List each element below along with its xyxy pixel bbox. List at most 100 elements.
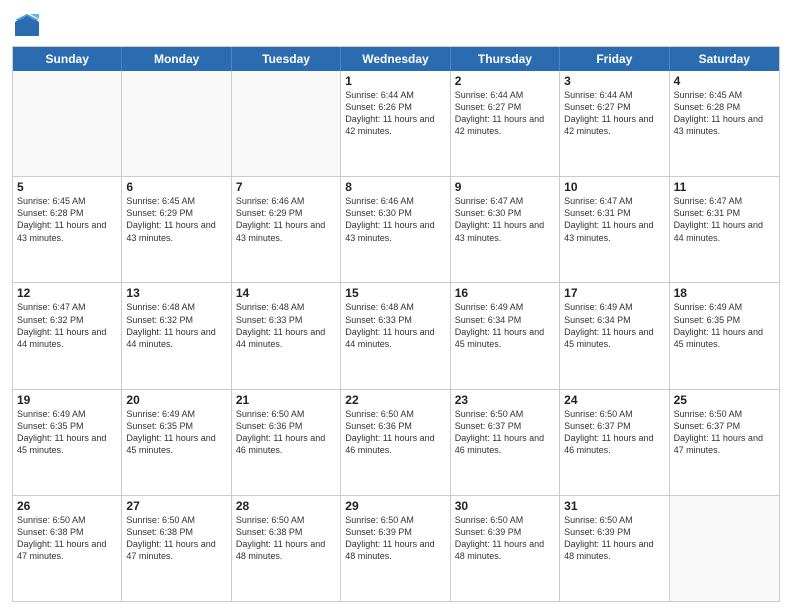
cell-info: Sunrise: 6:44 AM Sunset: 6:26 PM Dayligh… [345,89,445,138]
weekday-header: Saturday [670,47,779,71]
day-number: 3 [564,74,664,88]
calendar-cell: 3Sunrise: 6:44 AM Sunset: 6:27 PM Daylig… [560,71,669,176]
calendar-cell: 15Sunrise: 6:48 AM Sunset: 6:33 PM Dayli… [341,283,450,388]
day-number: 27 [126,499,226,513]
calendar-cell: 26Sunrise: 6:50 AM Sunset: 6:38 PM Dayli… [13,496,122,601]
calendar-row: 12Sunrise: 6:47 AM Sunset: 6:32 PM Dayli… [13,282,779,388]
cell-info: Sunrise: 6:47 AM Sunset: 6:30 PM Dayligh… [455,195,555,244]
cell-info: Sunrise: 6:50 AM Sunset: 6:38 PM Dayligh… [236,514,336,563]
day-number: 18 [674,286,775,300]
calendar-cell: 1Sunrise: 6:44 AM Sunset: 6:26 PM Daylig… [341,71,450,176]
cell-info: Sunrise: 6:50 AM Sunset: 6:39 PM Dayligh… [564,514,664,563]
calendar-cell: 30Sunrise: 6:50 AM Sunset: 6:39 PM Dayli… [451,496,560,601]
day-number: 31 [564,499,664,513]
day-number: 14 [236,286,336,300]
page: SundayMondayTuesdayWednesdayThursdayFrid… [0,0,792,612]
calendar-cell: 23Sunrise: 6:50 AM Sunset: 6:37 PM Dayli… [451,390,560,495]
logo-icon [12,10,42,40]
calendar-cell: 7Sunrise: 6:46 AM Sunset: 6:29 PM Daylig… [232,177,341,282]
calendar-cell: 6Sunrise: 6:45 AM Sunset: 6:29 PM Daylig… [122,177,231,282]
calendar-row: 26Sunrise: 6:50 AM Sunset: 6:38 PM Dayli… [13,495,779,601]
calendar-cell: 17Sunrise: 6:49 AM Sunset: 6:34 PM Dayli… [560,283,669,388]
cell-info: Sunrise: 6:49 AM Sunset: 6:35 PM Dayligh… [126,408,226,457]
cell-info: Sunrise: 6:47 AM Sunset: 6:31 PM Dayligh… [674,195,775,244]
cell-info: Sunrise: 6:50 AM Sunset: 6:39 PM Dayligh… [345,514,445,563]
day-number: 11 [674,180,775,194]
calendar-body: 1Sunrise: 6:44 AM Sunset: 6:26 PM Daylig… [13,71,779,601]
cell-info: Sunrise: 6:45 AM Sunset: 6:28 PM Dayligh… [17,195,117,244]
cell-info: Sunrise: 6:48 AM Sunset: 6:32 PM Dayligh… [126,301,226,350]
day-number: 28 [236,499,336,513]
weekday-header: Monday [122,47,231,71]
calendar-cell: 4Sunrise: 6:45 AM Sunset: 6:28 PM Daylig… [670,71,779,176]
calendar-cell: 18Sunrise: 6:49 AM Sunset: 6:35 PM Dayli… [670,283,779,388]
weekday-header: Tuesday [232,47,341,71]
day-number: 26 [17,499,117,513]
calendar-cell: 21Sunrise: 6:50 AM Sunset: 6:36 PM Dayli… [232,390,341,495]
calendar-row: 19Sunrise: 6:49 AM Sunset: 6:35 PM Dayli… [13,389,779,495]
day-number: 23 [455,393,555,407]
calendar-cell [670,496,779,601]
day-number: 7 [236,180,336,194]
calendar-cell: 16Sunrise: 6:49 AM Sunset: 6:34 PM Dayli… [451,283,560,388]
cell-info: Sunrise: 6:46 AM Sunset: 6:29 PM Dayligh… [236,195,336,244]
calendar-cell: 14Sunrise: 6:48 AM Sunset: 6:33 PM Dayli… [232,283,341,388]
day-number: 16 [455,286,555,300]
day-number: 15 [345,286,445,300]
weekday-header: Sunday [13,47,122,71]
weekday-header: Thursday [451,47,560,71]
day-number: 29 [345,499,445,513]
day-number: 6 [126,180,226,194]
day-number: 13 [126,286,226,300]
calendar-cell: 9Sunrise: 6:47 AM Sunset: 6:30 PM Daylig… [451,177,560,282]
header [12,10,780,40]
calendar-cell: 31Sunrise: 6:50 AM Sunset: 6:39 PM Dayli… [560,496,669,601]
cell-info: Sunrise: 6:49 AM Sunset: 6:34 PM Dayligh… [455,301,555,350]
calendar-cell: 8Sunrise: 6:46 AM Sunset: 6:30 PM Daylig… [341,177,450,282]
day-number: 4 [674,74,775,88]
calendar-cell: 28Sunrise: 6:50 AM Sunset: 6:38 PM Dayli… [232,496,341,601]
calendar-cell [232,71,341,176]
calendar-row: 1Sunrise: 6:44 AM Sunset: 6:26 PM Daylig… [13,71,779,176]
cell-info: Sunrise: 6:48 AM Sunset: 6:33 PM Dayligh… [236,301,336,350]
day-number: 1 [345,74,445,88]
calendar-cell [13,71,122,176]
calendar-cell: 24Sunrise: 6:50 AM Sunset: 6:37 PM Dayli… [560,390,669,495]
cell-info: Sunrise: 6:45 AM Sunset: 6:29 PM Dayligh… [126,195,226,244]
day-number: 22 [345,393,445,407]
calendar-cell: 2Sunrise: 6:44 AM Sunset: 6:27 PM Daylig… [451,71,560,176]
cell-info: Sunrise: 6:44 AM Sunset: 6:27 PM Dayligh… [564,89,664,138]
cell-info: Sunrise: 6:50 AM Sunset: 6:37 PM Dayligh… [564,408,664,457]
cell-info: Sunrise: 6:49 AM Sunset: 6:34 PM Dayligh… [564,301,664,350]
cell-info: Sunrise: 6:44 AM Sunset: 6:27 PM Dayligh… [455,89,555,138]
logo [12,10,46,40]
calendar-cell: 12Sunrise: 6:47 AM Sunset: 6:32 PM Dayli… [13,283,122,388]
cell-info: Sunrise: 6:50 AM Sunset: 6:39 PM Dayligh… [455,514,555,563]
day-number: 25 [674,393,775,407]
weekday-header: Friday [560,47,669,71]
calendar-cell: 29Sunrise: 6:50 AM Sunset: 6:39 PM Dayli… [341,496,450,601]
calendar-cell: 19Sunrise: 6:49 AM Sunset: 6:35 PM Dayli… [13,390,122,495]
calendar-cell: 11Sunrise: 6:47 AM Sunset: 6:31 PM Dayli… [670,177,779,282]
calendar-row: 5Sunrise: 6:45 AM Sunset: 6:28 PM Daylig… [13,176,779,282]
calendar-cell: 22Sunrise: 6:50 AM Sunset: 6:36 PM Dayli… [341,390,450,495]
cell-info: Sunrise: 6:47 AM Sunset: 6:31 PM Dayligh… [564,195,664,244]
day-number: 5 [17,180,117,194]
calendar-header: SundayMondayTuesdayWednesdayThursdayFrid… [13,47,779,71]
day-number: 21 [236,393,336,407]
day-number: 2 [455,74,555,88]
day-number: 17 [564,286,664,300]
calendar-cell [122,71,231,176]
cell-info: Sunrise: 6:45 AM Sunset: 6:28 PM Dayligh… [674,89,775,138]
day-number: 24 [564,393,664,407]
cell-info: Sunrise: 6:50 AM Sunset: 6:36 PM Dayligh… [345,408,445,457]
calendar-cell: 27Sunrise: 6:50 AM Sunset: 6:38 PM Dayli… [122,496,231,601]
day-number: 10 [564,180,664,194]
weekday-header: Wednesday [341,47,450,71]
calendar-cell: 10Sunrise: 6:47 AM Sunset: 6:31 PM Dayli… [560,177,669,282]
cell-info: Sunrise: 6:50 AM Sunset: 6:36 PM Dayligh… [236,408,336,457]
cell-info: Sunrise: 6:46 AM Sunset: 6:30 PM Dayligh… [345,195,445,244]
cell-info: Sunrise: 6:50 AM Sunset: 6:38 PM Dayligh… [17,514,117,563]
calendar-cell: 20Sunrise: 6:49 AM Sunset: 6:35 PM Dayli… [122,390,231,495]
cell-info: Sunrise: 6:49 AM Sunset: 6:35 PM Dayligh… [674,301,775,350]
